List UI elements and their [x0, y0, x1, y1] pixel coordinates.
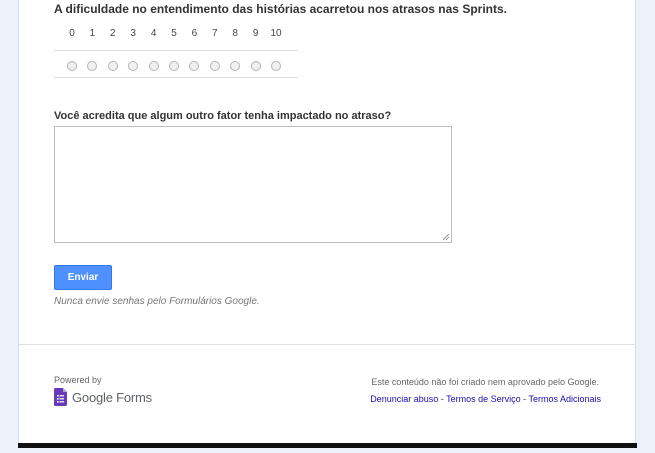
powered-by-label: Powered by — [54, 375, 102, 385]
scale-radio-option[interactable] — [209, 61, 220, 71]
disclaimer-text: Este conteúdo não foi criado nem aprovad… — [371, 377, 599, 387]
scale-radio-option[interactable] — [67, 61, 77, 71]
google-forms-logo[interactable]: Google Forms — [54, 388, 152, 406]
question-scale-title: A dificuldade no entendimento das histór… — [54, 2, 507, 16]
terms-of-service-link[interactable]: Termos de Serviço — [446, 394, 521, 404]
question-text-title: Você acredita que algum outro fator tenh… — [54, 110, 392, 122]
scale-option-label: 8 — [232, 28, 238, 39]
scale-option-label: 2 — [110, 28, 116, 39]
additional-terms-link[interactable]: Termos Adicionais — [528, 394, 601, 404]
google-forms-icon — [54, 388, 67, 406]
scale-divider-bottom — [54, 77, 298, 78]
scale-option-label: 4 — [150, 28, 157, 39]
scale-option-label: 0 — [69, 28, 75, 39]
footer-links: Denunciar abuso - Termos de Serviço - Te… — [370, 394, 601, 404]
scale-option-label: 9 — [252, 28, 259, 39]
footer-divider — [19, 344, 635, 345]
scale-radio-option[interactable] — [169, 61, 179, 71]
link-separator: - — [438, 394, 447, 404]
scale-option-label: 3 — [130, 28, 136, 39]
scale-radio-option[interactable] — [87, 61, 98, 71]
resize-handle-icon[interactable] — [442, 233, 450, 241]
scale-radio-option[interactable] — [128, 61, 139, 71]
form-card: A dificuldade no entendimento das histór… — [18, 0, 636, 443]
scale-option-label: 5 — [171, 28, 177, 39]
scale-option-label: 1 — [89, 28, 96, 39]
google-forms-brand: Google Forms — [72, 389, 152, 405]
scale-radio-option[interactable] — [230, 61, 241, 71]
linear-scale: 0 1 2 3 4 5 6 7 8 9 10 — [54, 24, 298, 78]
scale-radio-option[interactable] — [107, 61, 118, 71]
scale-radio-option[interactable] — [271, 61, 281, 71]
scale-radio-option[interactable] — [148, 61, 159, 71]
report-abuse-link[interactable]: Denunciar abuso — [370, 394, 438, 404]
answer-textarea[interactable] — [54, 126, 452, 243]
bottom-bar — [18, 443, 637, 448]
scale-divider-top — [54, 50, 298, 51]
scale-option-label: 7 — [212, 28, 218, 39]
submit-button[interactable]: Enviar — [54, 265, 112, 290]
scale-radio-option[interactable] — [189, 61, 200, 71]
password-warning: Nunca envie senhas pelo Formulários Goog… — [54, 296, 260, 307]
scale-radio-option[interactable] — [250, 61, 261, 71]
scale-option-label: 10 — [270, 28, 282, 39]
scale-option-label: 6 — [191, 28, 198, 39]
